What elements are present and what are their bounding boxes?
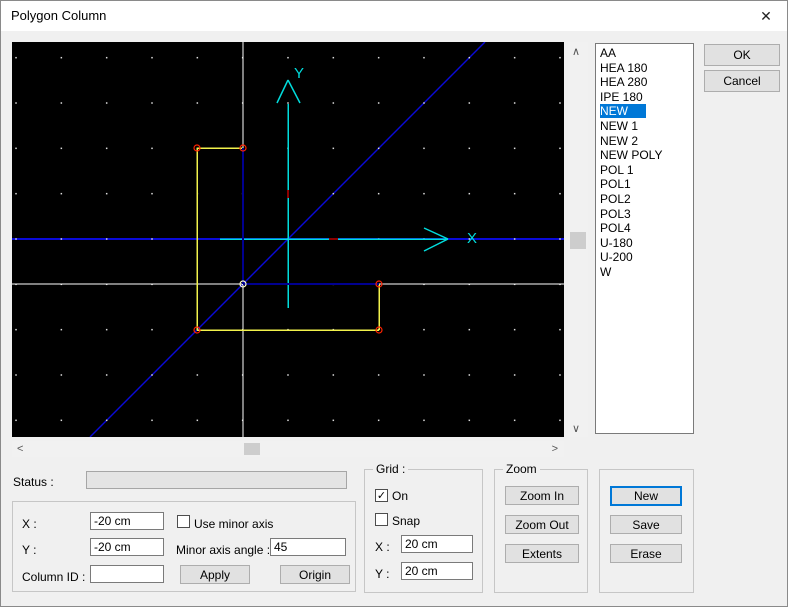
canvas-vertical-scrollbar[interactable]: ∧ ∨	[568, 42, 588, 437]
grid-groupbox: Grid : ✓ On Snap X : Y :	[364, 469, 483, 593]
list-item[interactable]: POL3	[596, 207, 693, 222]
grid-group-title: Grid :	[373, 462, 408, 476]
grid-y-label: Y :	[375, 567, 389, 581]
list-item[interactable]: NEW	[596, 104, 693, 119]
grid-on-label: On	[392, 489, 408, 503]
list-item[interactable]: POL4	[596, 221, 693, 236]
list-item[interactable]: W	[596, 265, 693, 280]
list-item[interactable]: U-180	[596, 236, 693, 251]
list-item[interactable]: U-200	[596, 250, 693, 265]
actions-groupbox: New Save Erase	[599, 469, 694, 593]
zoom-groupbox: Zoom Zoom In Zoom Out Extents	[494, 469, 588, 593]
polygon-column-dialog: Polygon Column ✕ XY ∧ ∨ < > AAHEA 180HEA…	[0, 0, 788, 607]
column-id-input[interactable]	[90, 565, 164, 583]
scroll-down-icon[interactable]: ∨	[572, 424, 580, 434]
grid-x-input[interactable]	[401, 535, 473, 553]
close-icon[interactable]: ✕	[757, 7, 775, 25]
scroll-up-icon[interactable]: ∧	[572, 47, 580, 57]
y-label: Y :	[22, 543, 36, 557]
cancel-button[interactable]: Cancel	[704, 70, 780, 92]
window-title: Polygon Column	[11, 8, 106, 23]
list-item[interactable]: NEW 2	[596, 134, 693, 149]
grid-snap-label: Snap	[392, 514, 420, 528]
list-item[interactable]: POL1	[596, 177, 693, 192]
minor-axis-angle-label: Minor axis angle :	[176, 543, 270, 557]
save-button[interactable]: Save	[610, 515, 682, 534]
status-label: Status :	[13, 475, 54, 489]
zoom-in-button[interactable]: Zoom In	[505, 486, 579, 505]
list-item[interactable]: AA	[596, 46, 693, 61]
column-id-label: Column ID :	[22, 570, 85, 584]
profile-listbox[interactable]: AAHEA 180HEA 280IPE 180NEWNEW 1NEW 2NEW …	[595, 43, 694, 434]
status-field	[86, 471, 347, 489]
origin-button[interactable]: Origin	[280, 565, 350, 584]
svg-text:X: X	[467, 230, 477, 247]
scroll-right-icon[interactable]: >	[552, 444, 558, 454]
titlebar: Polygon Column ✕	[1, 1, 787, 31]
vertical-scroll-thumb[interactable]	[570, 232, 586, 249]
drawing-canvas[interactable]: XY	[12, 42, 564, 437]
list-item[interactable]: HEA 280	[596, 75, 693, 90]
erase-button[interactable]: Erase	[610, 544, 682, 563]
list-item[interactable]: POL2	[596, 192, 693, 207]
y-input[interactable]	[90, 538, 164, 556]
x-label: X :	[22, 517, 37, 531]
grid-on-checkbox[interactable]: ✓	[375, 489, 388, 502]
zoom-out-button[interactable]: Zoom Out	[505, 515, 579, 534]
list-item[interactable]: HEA 180	[596, 61, 693, 76]
grid-snap-checkbox[interactable]	[375, 513, 388, 526]
svg-text:Y: Y	[294, 65, 304, 82]
canvas-horizontal-scrollbar[interactable]: < >	[12, 441, 564, 457]
minor-axis-angle-input[interactable]	[270, 538, 346, 556]
list-item[interactable]: NEW POLY	[596, 148, 693, 163]
new-button[interactable]: New	[610, 486, 682, 506]
list-item[interactable]: NEW 1	[596, 119, 693, 134]
use-minor-axis-checkbox[interactable]	[177, 515, 190, 528]
point-groupbox: X : Use minor axis Y : Minor axis angle …	[12, 501, 356, 592]
ok-button[interactable]: OK	[704, 44, 780, 66]
scroll-left-icon[interactable]: <	[17, 444, 23, 454]
horizontal-scroll-thumb[interactable]	[244, 443, 260, 455]
apply-button[interactable]: Apply	[180, 565, 250, 584]
use-minor-axis-label: Use minor axis	[194, 517, 273, 531]
zoom-extents-button[interactable]: Extents	[505, 544, 579, 563]
grid-y-input[interactable]	[401, 562, 473, 580]
zoom-group-title: Zoom	[503, 462, 540, 476]
list-item[interactable]: IPE 180	[596, 90, 693, 105]
list-item[interactable]: POL 1	[596, 163, 693, 178]
grid-x-label: X :	[375, 540, 390, 554]
x-input[interactable]	[90, 512, 164, 530]
